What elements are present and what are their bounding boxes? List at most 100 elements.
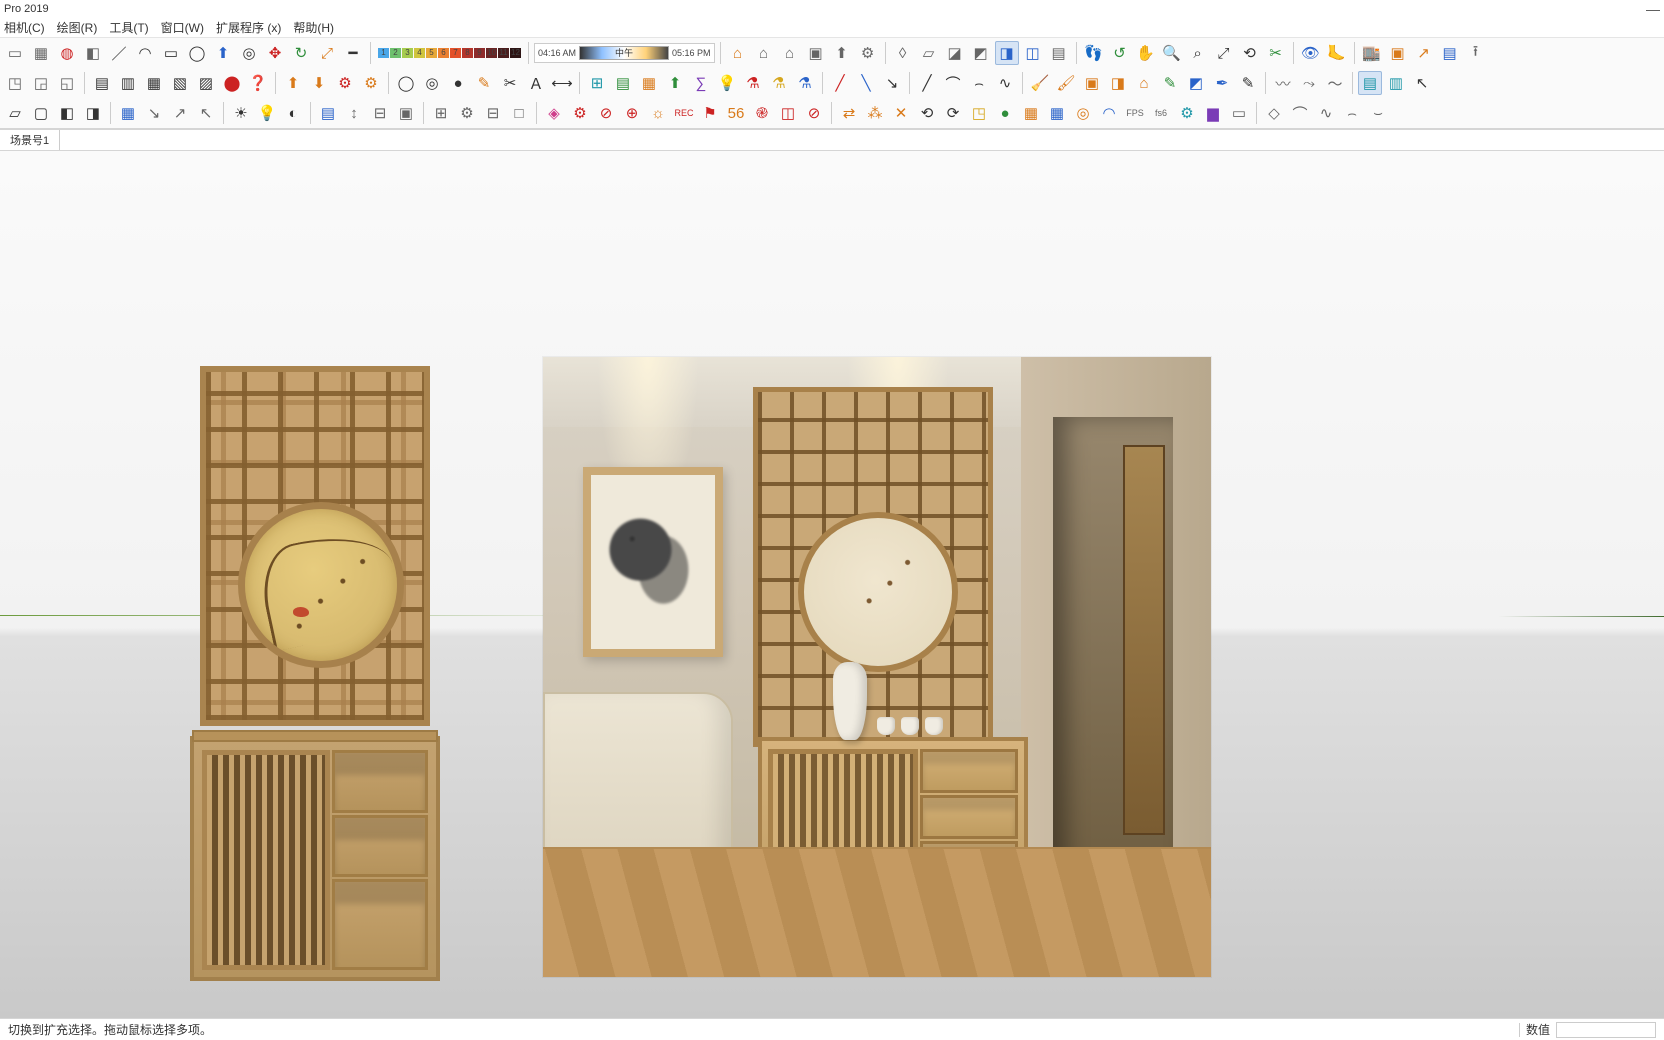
menu-draw[interactable]: 绘图(R) bbox=[57, 19, 98, 36]
house-open-button[interactable]: ⌂ bbox=[726, 41, 750, 65]
rotate-button[interactable]: ↻ bbox=[289, 41, 313, 65]
tag-red-button[interactable]: ⬤ bbox=[220, 71, 244, 95]
model-3d-button[interactable]: ▣ bbox=[1386, 41, 1410, 65]
scale-cell-2[interactable]: 2 bbox=[390, 48, 401, 58]
rand-button[interactable]: ⁂ bbox=[863, 101, 887, 125]
warehouse-button[interactable]: 🏬 bbox=[1360, 41, 1384, 65]
rec-button[interactable]: REC bbox=[672, 101, 696, 125]
setsq-button[interactable]: ◩ bbox=[1184, 71, 1208, 95]
num56-button[interactable]: 56 bbox=[724, 101, 748, 125]
circ-r-button[interactable]: ◎ bbox=[1071, 101, 1095, 125]
dbox-button[interactable]: ▣ bbox=[1080, 71, 1104, 95]
flask-y-button[interactable]: ⚗ bbox=[767, 71, 791, 95]
arrow-dn-button[interactable]: ⬇ bbox=[307, 71, 331, 95]
edge2-button[interactable]: ⌒ bbox=[941, 71, 965, 95]
snap-on-button[interactable]: ▦ bbox=[116, 101, 140, 125]
light-button[interactable]: 💡 bbox=[715, 71, 739, 95]
shadow-time-slider[interactable]: 04:16 AM中午05:16 PM bbox=[534, 43, 715, 63]
ink-button[interactable]: ✎ bbox=[1236, 71, 1260, 95]
util-a-button[interactable]: ⟲ bbox=[915, 101, 939, 125]
style-back-button[interactable]: ▤ bbox=[1047, 41, 1071, 65]
menu-window[interactable]: 窗口(W) bbox=[161, 19, 204, 36]
pgrid2-button[interactable]: ⊟ bbox=[481, 101, 505, 125]
scale-cell-8[interactable]: 8 bbox=[462, 48, 473, 58]
house-button[interactable]: ⌂ bbox=[752, 41, 776, 65]
layout-button[interactable]: ▤ bbox=[1438, 41, 1462, 65]
path-b-button[interactable]: ⌒ bbox=[1288, 101, 1312, 125]
circle-button[interactable]: ◯ bbox=[185, 41, 209, 65]
scale-cell-12[interactable]: 12 bbox=[510, 48, 521, 58]
scale-cell-7[interactable]: 7 bbox=[450, 48, 461, 58]
snap-c-button[interactable]: ↖ bbox=[194, 101, 218, 125]
gear-c-button[interactable]: ⚙ bbox=[1175, 101, 1199, 125]
flag-button[interactable]: ⚑ bbox=[698, 101, 722, 125]
help-button[interactable]: ❓ bbox=[246, 71, 270, 95]
share-button[interactable]: ↗ bbox=[1412, 41, 1436, 65]
ortho-button[interactable]: ◨ bbox=[81, 101, 105, 125]
mirror-button[interactable]: ⇄ bbox=[837, 101, 861, 125]
arc-button[interactable]: ◠ bbox=[133, 41, 157, 65]
menu-ext[interactable]: 扩展程序 (x) bbox=[216, 19, 281, 36]
menu-camera[interactable]: 相机(C) bbox=[4, 19, 45, 36]
edge4-button[interactable]: ∿ bbox=[993, 71, 1017, 95]
time-gradient[interactable]: 中午 bbox=[579, 46, 669, 60]
look-button[interactable]: 👁 bbox=[1299, 41, 1323, 65]
menu-tools[interactable]: 工具(T) bbox=[109, 19, 148, 36]
component-button[interactable]: ▦ bbox=[29, 41, 53, 65]
brush-button[interactable]: 🖌 bbox=[1054, 71, 1078, 95]
rect-w-button[interactable]: ▭ bbox=[1227, 101, 1251, 125]
cbox-button[interactable]: ◨ bbox=[1106, 71, 1130, 95]
spec-button[interactable]: ▆ bbox=[1201, 101, 1225, 125]
orbit-button[interactable]: ↺ bbox=[1108, 41, 1132, 65]
iso-button[interactable]: ◧ bbox=[55, 101, 79, 125]
axis-x-button[interactable]: ╱ bbox=[828, 71, 852, 95]
tape-button[interactable]: ━ bbox=[341, 41, 365, 65]
text-button[interactable]: Ａ bbox=[524, 71, 548, 95]
util-x-button[interactable]: ✕ bbox=[889, 101, 913, 125]
path-d-button[interactable]: ⌢ bbox=[1340, 101, 1364, 125]
outliner-button[interactable]: ▨ bbox=[194, 71, 218, 95]
gear-a-button[interactable]: ⚙ bbox=[333, 71, 357, 95]
move-button[interactable]: ✥ bbox=[263, 41, 287, 65]
util-b-button[interactable]: ⟳ bbox=[941, 101, 965, 125]
ruby-button[interactable]: ◈ bbox=[542, 101, 566, 125]
arrow-up-button[interactable]: ⬆ bbox=[281, 71, 305, 95]
scale-cell-11[interactable]: 11 bbox=[498, 48, 509, 58]
walk-button[interactable]: 👣 bbox=[1082, 41, 1106, 65]
box-button[interactable]: ▣ bbox=[804, 41, 828, 65]
scale-cell-1[interactable]: 1 bbox=[378, 48, 389, 58]
month-color-scale[interactable]: 123456789101112 bbox=[376, 47, 523, 59]
style-tex-button[interactable]: ◩ bbox=[969, 41, 993, 65]
cube2-button[interactable]: ◲ bbox=[29, 71, 53, 95]
tile-b-button[interactable]: ↕ bbox=[342, 101, 366, 125]
halt-button[interactable]: ⊘ bbox=[802, 101, 826, 125]
tile-o-button[interactable]: ▦ bbox=[1019, 101, 1043, 125]
sph-g-button[interactable]: ● bbox=[993, 101, 1017, 125]
thick-button[interactable]: ● bbox=[446, 71, 470, 95]
scale-cell-10[interactable]: 10 bbox=[486, 48, 497, 58]
line-button[interactable]: ／ bbox=[107, 41, 131, 65]
persp-button[interactable]: ▱ bbox=[3, 101, 27, 125]
bulb-button[interactable]: 💡 bbox=[255, 101, 279, 125]
push-pull-button[interactable]: ⬆ bbox=[211, 41, 235, 65]
arc-b-button[interactable]: ◠ bbox=[1097, 101, 1121, 125]
layers-button[interactable]: ▧ bbox=[168, 71, 192, 95]
style-shaded-button[interactable]: ◪ bbox=[943, 41, 967, 65]
tile-c-button[interactable]: ⊟ bbox=[368, 101, 392, 125]
p-set-button[interactable]: ⚙ bbox=[455, 101, 479, 125]
p-grid-button[interactable]: ⊞ bbox=[429, 101, 453, 125]
clean-button[interactable]: 🧹 bbox=[1028, 71, 1052, 95]
viewport[interactable] bbox=[0, 151, 1664, 1018]
target-button[interactable]: ⊕ bbox=[620, 101, 644, 125]
tile-a-button[interactable]: ▤ bbox=[316, 101, 340, 125]
path-e-button[interactable]: ⌣ bbox=[1366, 101, 1390, 125]
select-button[interactable]: ▭ bbox=[3, 41, 27, 65]
scale-cell-4[interactable]: 4 bbox=[414, 48, 425, 58]
top-button[interactable]: ▢ bbox=[29, 101, 53, 125]
boxmk-button[interactable]: ▦ bbox=[637, 71, 661, 95]
lbox-button[interactable]: ◫ bbox=[776, 101, 800, 125]
grid-g-button[interactable]: ▤ bbox=[611, 71, 635, 95]
spot-button[interactable]: ☼ bbox=[646, 101, 670, 125]
cube1-button[interactable]: ◳ bbox=[3, 71, 27, 95]
export-button[interactable]: ⭱ bbox=[1464, 41, 1488, 65]
